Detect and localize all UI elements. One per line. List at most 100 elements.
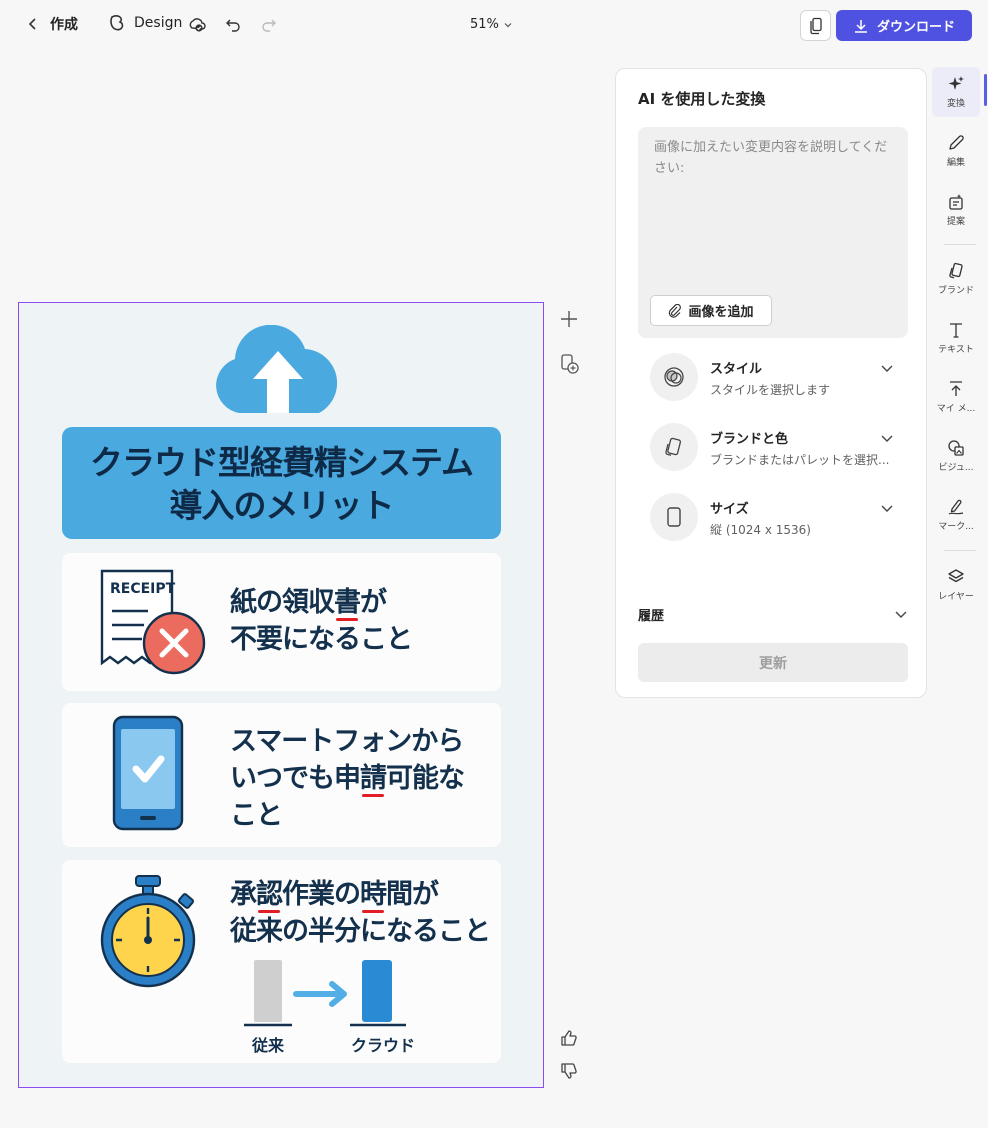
size-icon [650, 493, 698, 541]
card1-line2: 不要になること [230, 624, 413, 655]
rail-label-text: テキスト [938, 345, 974, 355]
layers-icon [948, 569, 964, 583]
style-subtitle: スタイルを選択します [710, 383, 831, 397]
bar-label-new: クラウド [351, 1036, 416, 1055]
rail-item-visual[interactable]: ビジュ... [932, 431, 980, 481]
design-canvas[interactable]: クラウド型経費精システム 導入のメリット RECEIPT 紙の領収書が 不要にな… [18, 302, 544, 1088]
rail-item-my-media[interactable]: マイ メ... [932, 372, 980, 422]
card3-line2: 従来の半分になること [230, 916, 491, 947]
brand-color-option[interactable]: ブランドと色 ブランドまたはパレットを選択... [638, 423, 908, 481]
prompt-placeholder: 画像に加えたい変更内容を説明してください: [654, 140, 888, 176]
cloud-sync-icon[interactable] [186, 14, 208, 36]
brand-subtitle: ブランドまたはパレットを選択... [710, 453, 890, 467]
card1-line1a: 紙の領収 [230, 587, 335, 618]
style-icon [650, 353, 698, 401]
card3-line1b: 認 [256, 879, 283, 910]
back-button[interactable]: 作成 [26, 14, 78, 34]
visual-icon [948, 440, 964, 456]
thumbs-down-icon[interactable] [557, 1059, 581, 1083]
style-title: スタイル [710, 362, 763, 377]
rail-item-text[interactable]: テキスト [932, 313, 980, 363]
download-button[interactable]: ダウンロード [836, 10, 972, 41]
rail-item-markup[interactable]: マーク... [932, 490, 980, 540]
banner-line1: クラウド型経費精システム [89, 443, 474, 482]
chevron-down-icon [881, 365, 893, 372]
suggest-icon [949, 194, 963, 210]
card3-line1e: 間が [386, 879, 439, 910]
designer-logo-icon [110, 15, 124, 31]
rail-item-brand[interactable]: ブランド [932, 254, 980, 304]
card2-line2c: 可能な [386, 763, 465, 794]
zoom-dropdown[interactable]: 51% [470, 17, 513, 32]
download-label: ダウンロード [876, 20, 955, 35]
card2-line2a: いつでも申 [230, 763, 361, 794]
back-label: 作成 [50, 17, 78, 33]
top-bar: 作成 Design 51% ダウンロード [0, 0, 988, 52]
brand-icon [949, 262, 963, 279]
thumbs-up-icon[interactable] [557, 1026, 581, 1050]
undo-icon[interactable] [222, 14, 244, 36]
size-option[interactable]: サイズ 縦 (1024 x 1536) [638, 493, 908, 551]
smartphone-check-icon [112, 715, 184, 831]
card2-text: スマートフォンから いつでも申請可能な こと [230, 723, 465, 834]
paperclip-icon [669, 303, 682, 318]
chevron-down-icon [895, 611, 907, 618]
chevron-down-icon [881, 435, 893, 442]
add-image-label: 画像を追加 [688, 305, 754, 320]
text-icon [950, 323, 962, 338]
add-page-icon[interactable] [557, 307, 581, 331]
card1-line1b: 書 [334, 587, 361, 618]
card2-line2b: 請 [360, 763, 387, 794]
card2-line1: スマートフォンから [230, 726, 464, 757]
card3-line1c: 作業の [282, 879, 361, 910]
rail-item-edit[interactable]: 編集 [932, 126, 980, 176]
card1-text: 紙の領収書が 不要になること [230, 584, 413, 658]
bar-label-old: 従来 [252, 1036, 285, 1055]
style-option[interactable]: スタイル スタイルを選択します [638, 353, 908, 411]
history-toggle[interactable]: 履歴 [638, 605, 908, 624]
size-subtitle: 縦 (1024 x 1536) [710, 523, 811, 537]
history-label: 履歴 [638, 609, 665, 624]
upload-icon [950, 381, 962, 396]
receipt-icon: RECEIPT [100, 569, 206, 675]
markup-icon [948, 499, 964, 515]
card3-line1a: 承 [230, 879, 257, 910]
stopwatch-icon [100, 875, 196, 988]
benefit-card-approval: 承認作業の時間が 従来の半分になること 従来 クラウド [62, 860, 501, 1063]
rail-label-markup: マーク... [938, 522, 974, 532]
designer-logo[interactable]: Design [108, 13, 182, 33]
panel-title: AI を使用した変換 [638, 90, 766, 108]
zoom-value: 51% [470, 17, 499, 32]
redo-icon[interactable] [258, 14, 280, 36]
rail-item-suggest[interactable]: 提案 [932, 185, 980, 235]
card2-line3: こと [230, 800, 283, 831]
benefit-card-mobile: スマートフォンから いつでも申請可能な こと [62, 703, 501, 847]
sparkle-icon [948, 76, 964, 90]
pages-button[interactable] [800, 10, 831, 41]
duplicate-page-icon[interactable] [557, 352, 581, 376]
benefit-card-paperless: RECEIPT 紙の領収書が 不要になること [62, 553, 501, 691]
download-icon [854, 19, 867, 33]
size-title: サイズ [710, 502, 749, 517]
rail-label-transform: 変換 [946, 99, 965, 109]
update-label: 更新 [759, 655, 787, 672]
prompt-input[interactable]: 画像に加えたい変更内容を説明してください: 画像を追加 [638, 127, 908, 338]
rail-label-suggest: 提案 [946, 217, 965, 227]
rail-separator [944, 550, 976, 551]
title-banner: クラウド型経費精システム 導入のメリット [62, 427, 501, 539]
brand-title: ブランドと色 [710, 432, 789, 447]
brand-icon [650, 423, 698, 471]
app-name: Design [134, 15, 183, 31]
comparison-bars-graphic [244, 960, 406, 1027]
chevron-down-icon [504, 22, 512, 27]
card1-line1c: が [360, 587, 387, 618]
rail-item-layers[interactable]: レイヤー [932, 560, 980, 610]
rail-item-transform[interactable]: 変換 [932, 67, 980, 117]
add-image-button[interactable]: 画像を追加 [650, 295, 772, 326]
rail-label-layers: レイヤー [938, 592, 974, 602]
pencil-icon [949, 135, 964, 150]
rail-label-edit: 編集 [946, 158, 965, 168]
chevron-down-icon [881, 505, 893, 512]
card3-line1d: 時 [360, 879, 387, 910]
update-button[interactable]: 更新 [638, 643, 908, 682]
